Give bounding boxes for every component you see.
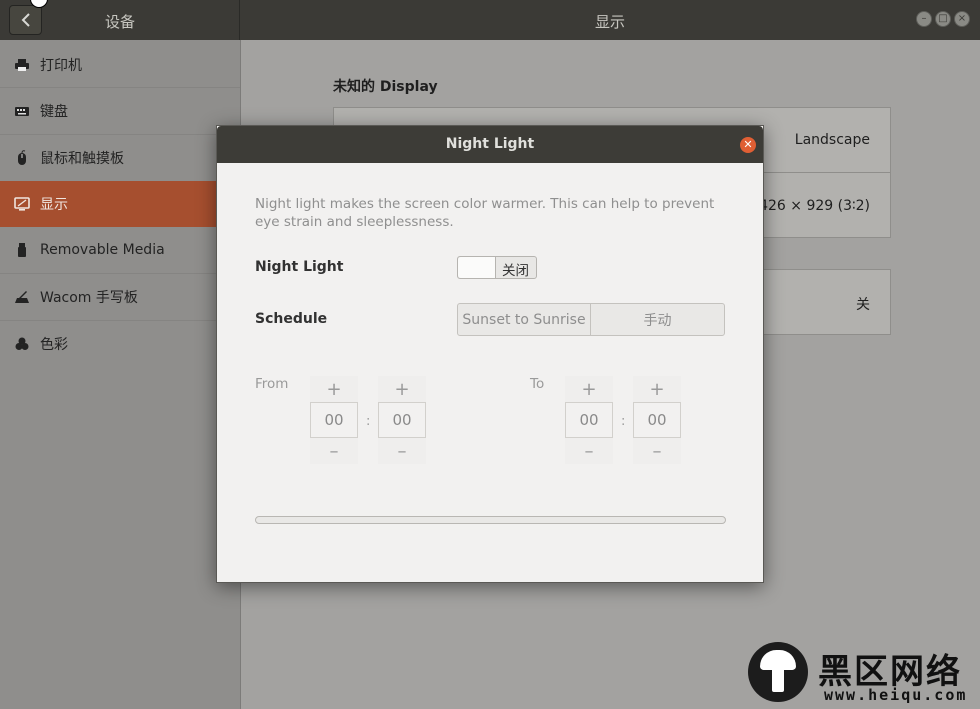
- sidebar-item-label: 键盘: [40, 104, 68, 120]
- printer-icon: [12, 57, 32, 73]
- close-icon[interactable]: ×: [954, 11, 970, 27]
- sidebar-item-label: 显示: [40, 197, 68, 213]
- from-label: From: [255, 376, 289, 392]
- sidebar-item-label: 打印机: [40, 58, 82, 74]
- increment-button[interactable]: +: [633, 376, 681, 402]
- sidebar-item-wacom[interactable]: Wacom 手写板: [0, 274, 240, 320]
- increment-button[interactable]: +: [565, 376, 613, 402]
- from-minutes-value[interactable]: 00: [378, 402, 426, 438]
- night-light-label: Night Light: [255, 259, 344, 275]
- switch-label: 关闭: [502, 263, 529, 279]
- increment-button[interactable]: +: [310, 376, 358, 402]
- time-separator: :: [621, 414, 626, 429]
- sidebar-title: 设备: [104, 13, 135, 31]
- maximize-icon[interactable]: □: [935, 11, 951, 27]
- sidebar: 打印机 键盘 鼠标和触摸板 显示 Removable Media Wacom 手…: [0, 40, 241, 709]
- schedule-sunset-button[interactable]: Sunset to Sunrise: [458, 304, 591, 335]
- switch-knob[interactable]: [458, 257, 496, 278]
- to-minutes-value[interactable]: 00: [633, 402, 681, 438]
- color-icon: [12, 336, 32, 352]
- dialog-close-button[interactable]: ✕: [740, 137, 756, 153]
- from-minutes-spinner: + 00 –: [378, 376, 426, 464]
- increment-button[interactable]: +: [378, 376, 426, 402]
- watermark: 黑区网络 www.heiqu.com: [748, 642, 980, 709]
- decrement-button[interactable]: –: [310, 438, 358, 464]
- mushroom-logo-icon: [748, 642, 808, 702]
- sidebar-item-display[interactable]: 显示: [0, 181, 240, 227]
- sidebar-item-label: 色彩: [40, 337, 68, 353]
- decrement-button[interactable]: –: [378, 438, 426, 464]
- mouse-icon: [12, 150, 32, 166]
- night-light-switch[interactable]: 关闭: [457, 256, 537, 279]
- close-icon: ✕: [743, 138, 753, 151]
- tablet-icon: [12, 289, 32, 305]
- night-light-state: 关: [856, 297, 870, 313]
- sidebar-item-label: 鼠标和触摸板: [40, 151, 124, 167]
- usb-icon: [12, 242, 32, 258]
- to-minutes-spinner: + 00 –: [633, 376, 681, 464]
- from-hours-spinner: + 00 –: [310, 376, 358, 464]
- decrement-button[interactable]: –: [565, 438, 613, 464]
- dialog-description: Night light makes the screen color warme…: [255, 196, 715, 230]
- resolution-value[interactable]: 426 × 929 (3∶2): [759, 198, 870, 214]
- color-temperature-slider[interactable]: [255, 516, 726, 524]
- keyboard-icon: [12, 103, 32, 119]
- to-hours-spinner: + 00 –: [565, 376, 613, 464]
- sidebar-item-keyboard[interactable]: 键盘: [0, 88, 240, 134]
- from-hours-value[interactable]: 00: [310, 402, 358, 438]
- chevron-left-icon: [21, 13, 30, 27]
- to-hours-value[interactable]: 00: [565, 402, 613, 438]
- sidebar-item-printers[interactable]: 打印机: [0, 42, 240, 88]
- minimize-icon[interactable]: –: [916, 11, 932, 27]
- dialog-title: Night Light: [445, 136, 535, 152]
- back-button[interactable]: [9, 5, 42, 35]
- decrement-button[interactable]: –: [633, 438, 681, 464]
- window-title: 显示: [594, 13, 625, 31]
- schedule-selector: Sunset to Sunrise 手动: [457, 303, 725, 336]
- watermark-url: www.heiqu.com: [824, 686, 968, 704]
- schedule-label: Schedule: [255, 311, 328, 327]
- sidebar-item-removable-media[interactable]: Removable Media: [0, 227, 240, 273]
- to-label: To: [530, 376, 545, 392]
- sidebar-item-color[interactable]: 色彩: [0, 321, 240, 367]
- header-bar: 设备 显示 – □ ×: [0, 0, 980, 40]
- display-icon: [12, 196, 32, 212]
- display-heading: 未知的 Display: [333, 79, 438, 95]
- sidebar-item-mouse[interactable]: 鼠标和触摸板: [0, 135, 240, 181]
- orientation-value[interactable]: Landscape: [795, 132, 870, 148]
- dialog-titlebar: Night Light ✕: [217, 126, 763, 163]
- schedule-manual-button[interactable]: 手动: [591, 304, 724, 335]
- sidebar-item-label: Wacom 手写板: [40, 290, 138, 306]
- night-light-dialog: Night Light ✕ Night light makes the scre…: [216, 125, 764, 583]
- sidebar-item-label: Removable Media: [40, 242, 165, 258]
- time-separator: :: [366, 414, 371, 429]
